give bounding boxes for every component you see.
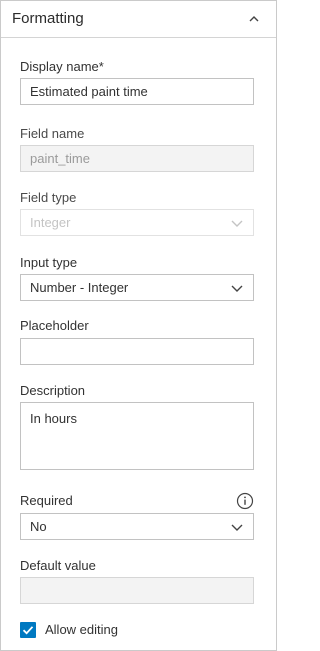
allow-editing-checkbox[interactable] (20, 622, 36, 638)
chevron-down-icon (231, 218, 243, 228)
description-textarea[interactable]: In hours (20, 402, 254, 470)
field-name-label: Field name (20, 126, 85, 141)
allow-editing-label[interactable]: Allow editing (45, 622, 118, 637)
field-name-input: paint_time (20, 145, 254, 172)
section-title: Formatting (12, 10, 84, 27)
chevron-down-icon[interactable] (231, 283, 243, 293)
chevron-down-icon[interactable] (231, 522, 243, 532)
input-type-value: Number - Integer (30, 280, 129, 295)
required-value: No (30, 519, 47, 534)
required-label: Required (20, 493, 73, 508)
default-value-input (20, 577, 254, 604)
placeholder-input[interactable] (20, 338, 254, 365)
input-type-label: Input type (20, 255, 78, 270)
placeholder-label: Placeholder (20, 318, 89, 333)
input-type-select[interactable]: Number - Integer (20, 274, 254, 301)
field-type-value: Integer (30, 215, 71, 230)
required-select[interactable]: No (20, 513, 254, 540)
description-label: Description (20, 383, 86, 398)
display-name-input[interactable]: Estimated paint time (20, 78, 254, 105)
info-icon[interactable] (236, 492, 254, 510)
field-type-label: Field type (20, 190, 77, 205)
display-name-label: Display name* (20, 59, 104, 74)
chevron-up-icon[interactable] (245, 10, 263, 28)
default-value-label: Default value (20, 558, 96, 573)
section-header[interactable]: Formatting (1, 1, 276, 38)
field-type-select: Integer (20, 209, 254, 236)
